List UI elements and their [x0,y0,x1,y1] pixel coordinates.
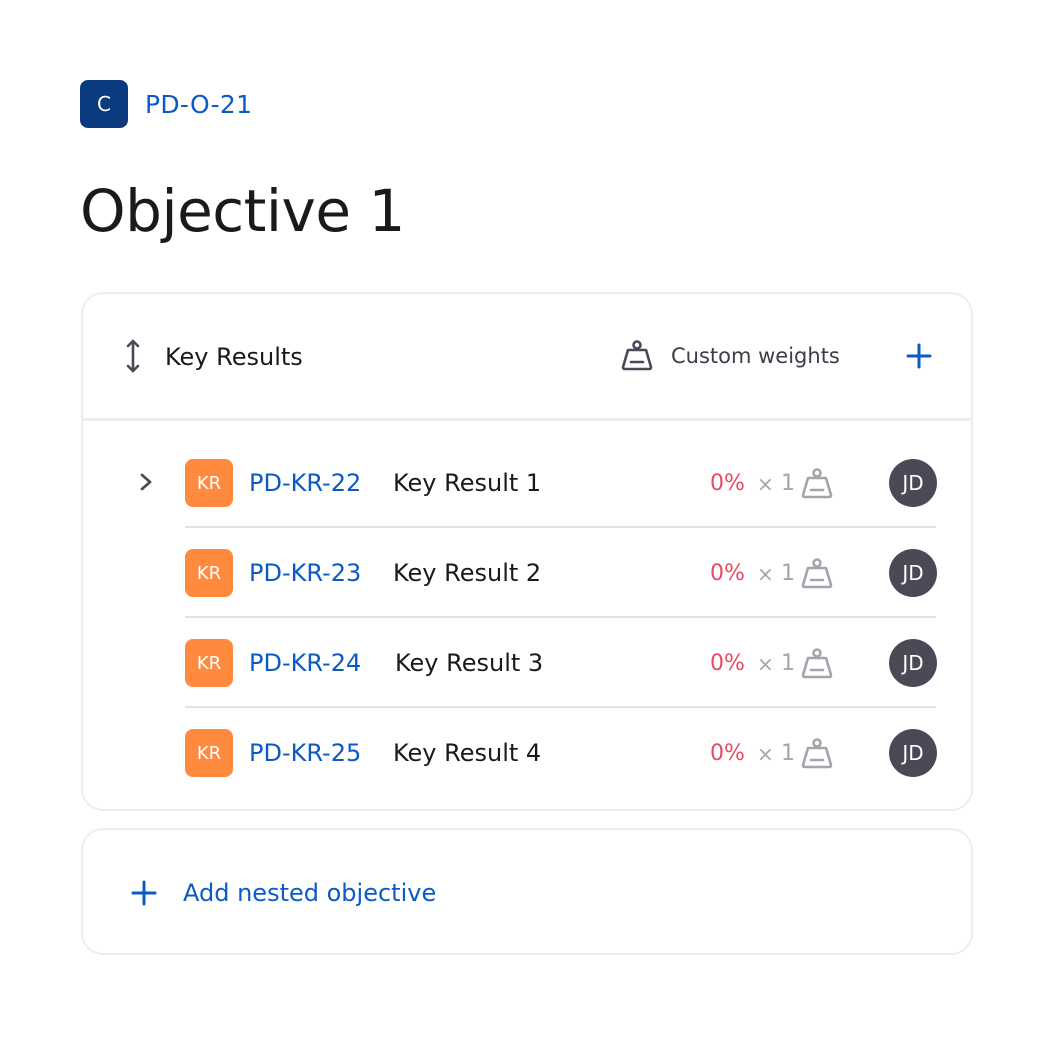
plus-icon[interactable] [131,880,157,906]
key-result-type-badge: KR [185,729,233,777]
key-result-progress: 0% [710,471,745,496]
key-result-progress: 0% [710,561,745,586]
key-result-name[interactable]: Key Result 4 [393,738,541,768]
weight-icon[interactable] [799,646,835,680]
key-result-type-badge: KR [185,459,233,507]
objective-key-link[interactable]: PD-O-21 [145,90,252,119]
key-result-weight[interactable]: 1 [781,739,795,769]
key-result-type-badge: KR [185,549,233,597]
custom-weights-button[interactable]: Custom weights [671,342,840,370]
objective-type-badge: C [80,80,128,128]
assignee-avatar[interactable]: JD [889,459,937,507]
sort-arrows-icon[interactable] [119,336,147,376]
key-results-header: Key Results Custom weights [83,294,971,421]
breadcrumb: C PD-O-21 [80,80,252,128]
page: C PD-O-21 Objective 1 Key Results Custom… [0,0,1056,1056]
key-results-title: Key Results [165,343,303,371]
key-result-key-link[interactable]: PD-KR-24 [249,648,361,678]
weight-icon[interactable] [799,736,835,770]
page-title: Objective 1 [80,177,405,245]
key-result-progress: 0% [710,651,745,676]
weight-multiplier-sign: × [757,742,774,766]
weight-icon[interactable] [619,338,655,372]
key-result-type-badge: KR [185,639,233,687]
key-result-row[interactable]: KR PD-KR-25 Key Result 4 0% × 1 JD [83,708,971,798]
add-nested-objective-label[interactable]: Add nested objective [183,878,436,908]
weight-icon[interactable] [799,466,835,500]
key-result-weight[interactable]: 1 [781,469,795,499]
add-key-result-icon[interactable] [905,342,933,370]
key-result-row[interactable]: KR PD-KR-22 Key Result 1 0% × 1 JD [83,438,971,528]
key-result-row[interactable]: KR PD-KR-23 Key Result 2 0% × 1 JD [83,528,971,618]
key-result-weight[interactable]: 1 [781,649,795,679]
key-result-key-link[interactable]: PD-KR-23 [249,558,361,588]
weight-multiplier-sign: × [757,472,774,496]
weight-multiplier-sign: × [757,562,774,586]
chevron-right-icon[interactable] [135,470,157,494]
weight-icon[interactable] [799,556,835,590]
key-result-key-link[interactable]: PD-KR-22 [249,468,361,498]
key-result-name[interactable]: Key Result 1 [393,468,541,498]
key-result-name[interactable]: Key Result 3 [395,648,543,678]
add-nested-objective-button[interactable]: Add nested objective [131,878,436,908]
assignee-avatar[interactable]: JD [889,639,937,687]
weight-multiplier-sign: × [757,652,774,676]
key-result-name[interactable]: Key Result 2 [393,558,541,588]
key-results-panel: Key Results Custom weights KR PD-KR-22 K… [81,292,973,811]
assignee-avatar[interactable]: JD [889,549,937,597]
key-result-weight[interactable]: 1 [781,559,795,589]
add-nested-objective-panel: Add nested objective [81,828,973,955]
key-result-row[interactable]: KR PD-KR-24 Key Result 3 0% × 1 JD [83,618,971,708]
key-result-key-link[interactable]: PD-KR-25 [249,738,361,768]
key-result-progress: 0% [710,741,745,766]
assignee-avatar[interactable]: JD [889,729,937,777]
